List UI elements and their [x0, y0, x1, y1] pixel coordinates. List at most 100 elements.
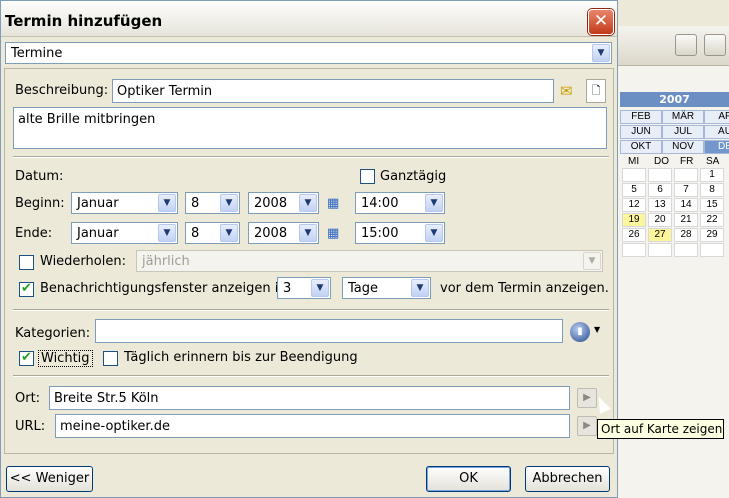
end-month-select[interactable]: Januar ▼	[71, 222, 178, 244]
calendar-month[interactable]: JUN	[620, 125, 662, 139]
calendar-month[interactable]: AU	[704, 125, 729, 139]
calendar-month[interactable]: JUL	[662, 125, 704, 139]
chevron-down-icon: ▼	[220, 194, 238, 212]
location-value: Breite Str.5 Köln	[54, 391, 159, 406]
calendar-month[interactable]: OKT	[620, 140, 662, 154]
envelope-icon[interactable]: ✉	[560, 82, 573, 100]
allday-label: Ganztägig	[380, 169, 447, 184]
end-year-select[interactable]: 2008 ▼	[248, 222, 319, 244]
begin-time-value: 14:00	[361, 196, 399, 211]
notify-label: Benachrichtigungsfenster anzeigen in	[40, 281, 287, 296]
chevron-down-icon: ▼	[411, 279, 429, 297]
calendar-day[interactable]	[674, 168, 698, 182]
calendar-day[interactable]: 22	[700, 213, 724, 227]
tooltip: Ort auf Karte zeigen	[597, 419, 724, 439]
calendar-day[interactable]: 7	[674, 183, 698, 197]
begin-year-select[interactable]: 2008 ▼	[248, 192, 319, 214]
calendar-month[interactable]: MÄR	[662, 110, 704, 124]
calendar-month[interactable]: AP	[704, 110, 729, 124]
description-label: Beschreibung:	[15, 83, 109, 98]
end-time-select[interactable]: 15:00 ▼	[355, 222, 445, 244]
calendar-day[interactable]	[674, 243, 698, 257]
url-input[interactable]: meine-optiker.de	[55, 414, 570, 438]
calendar-day[interactable]: 19	[622, 213, 646, 227]
separator	[13, 375, 609, 377]
date-label: Datum:	[15, 169, 64, 184]
location-input[interactable]: Breite Str.5 Köln	[49, 386, 570, 410]
title-bar[interactable]: Termin hinzufügen ✕	[1, 1, 617, 37]
dropdown-arrow-icon[interactable]: ▼	[594, 325, 600, 334]
chevron-down-icon: ▼	[583, 252, 601, 270]
location-label: Ort:	[15, 391, 41, 406]
notes-textarea[interactable]: alte Brille mitbringen	[13, 107, 607, 149]
notify-suffix: vor dem Termin anzeigen.	[440, 281, 609, 296]
important-label: Wichtig	[38, 350, 93, 367]
calendar-day[interactable]: 14	[674, 198, 698, 212]
repeat-checkbox[interactable]	[19, 255, 34, 270]
calendar-month[interactable]: FEB	[620, 110, 662, 124]
chevron-down-icon: ▼	[158, 194, 176, 212]
calendar-day[interactable]: 28	[674, 228, 698, 242]
notify-checkbox[interactable]	[19, 281, 34, 297]
categories-label: Kategorien:	[15, 326, 91, 341]
calendar-day[interactable]: 21	[674, 213, 698, 227]
notify-amount-select[interactable]: 3 ▼	[277, 277, 331, 299]
calendar-year[interactable]: 2007	[620, 92, 729, 107]
begin-day-select[interactable]: 8 ▼	[185, 192, 240, 214]
daily-reminder-checkbox[interactable]	[103, 351, 118, 366]
chevron-down-icon: ▼	[158, 224, 176, 242]
important-checkbox[interactable]	[19, 350, 34, 366]
calendar-day[interactable]: 15	[700, 198, 724, 212]
calendar-day[interactable]	[648, 243, 672, 257]
calendar-select[interactable]: Termine ▼	[5, 42, 612, 64]
less-button[interactable]: << Weniger	[6, 466, 93, 492]
calendar-day[interactable]	[622, 243, 646, 257]
calendar-day[interactable]	[648, 168, 672, 182]
minimize-button[interactable]	[675, 34, 697, 56]
calendar-day[interactable]: 26	[622, 228, 646, 242]
maximize-button[interactable]	[704, 34, 726, 56]
play-icon: ▶	[583, 420, 591, 431]
close-button[interactable]: ✕	[588, 9, 614, 35]
add-appointment-dialog: Termin hinzufügen ✕ Termine ▼ Beschreibu…	[0, 0, 618, 498]
repeat-label: Wiederholen:	[40, 254, 126, 269]
notify-amount-value: 3	[283, 281, 292, 296]
calendar-day[interactable]: 6	[648, 183, 672, 197]
repeat-select[interactable]: jährlich ▼	[136, 250, 603, 272]
calendar-day[interactable]: 5	[622, 183, 646, 197]
calendar-month[interactable]: DE	[704, 140, 729, 154]
begin-month-select[interactable]: Januar ▼	[71, 192, 178, 214]
calendar-month[interactable]: NOV	[662, 140, 704, 154]
calendar-day[interactable]	[700, 243, 724, 257]
calendar-day[interactable]: 27	[648, 228, 672, 242]
end-day-value: 8	[191, 226, 200, 241]
begin-label: Beginn:	[15, 196, 65, 211]
calendar-day[interactable]: 12	[622, 198, 646, 212]
description-input[interactable]: Optiker Termin	[112, 79, 554, 103]
chevron-down-icon: ▼	[299, 194, 317, 212]
categories-input[interactable]	[95, 319, 563, 343]
end-time-value: 15:00	[361, 226, 399, 241]
begin-time-select[interactable]: 14:00 ▼	[355, 192, 445, 214]
calendar-day[interactable]: 8	[700, 183, 724, 197]
calendar-day[interactable]: 29	[700, 228, 724, 242]
calendar-day[interactable]: 13	[648, 198, 672, 212]
calendar-icon[interactable]: ▦	[327, 196, 339, 211]
calendar-day[interactable]: 1	[700, 168, 724, 182]
separator	[13, 156, 609, 158]
begin-month-value: Januar	[77, 196, 119, 211]
end-label: Ende:	[15, 226, 53, 241]
calendar-day[interactable]	[622, 168, 646, 182]
dialog-title: Termin hinzufügen	[5, 12, 163, 30]
daily-reminder-label: Täglich erinnern bis zur Beendigung	[124, 350, 358, 365]
open-url-button[interactable]: ▶	[577, 416, 597, 436]
end-day-select[interactable]: 8 ▼	[185, 222, 240, 244]
allday-checkbox[interactable]	[360, 169, 375, 184]
categories-icon[interactable]: ▮	[570, 322, 590, 342]
document-icon[interactable]: 🗋	[586, 79, 606, 103]
calendar-day[interactable]: 20	[648, 213, 672, 227]
calendar-icon[interactable]: ▦	[327, 226, 339, 241]
notify-unit-select[interactable]: Tage ▼	[342, 277, 431, 299]
cancel-button[interactable]: Abbrechen	[525, 466, 610, 492]
ok-button[interactable]: OK	[426, 466, 511, 492]
